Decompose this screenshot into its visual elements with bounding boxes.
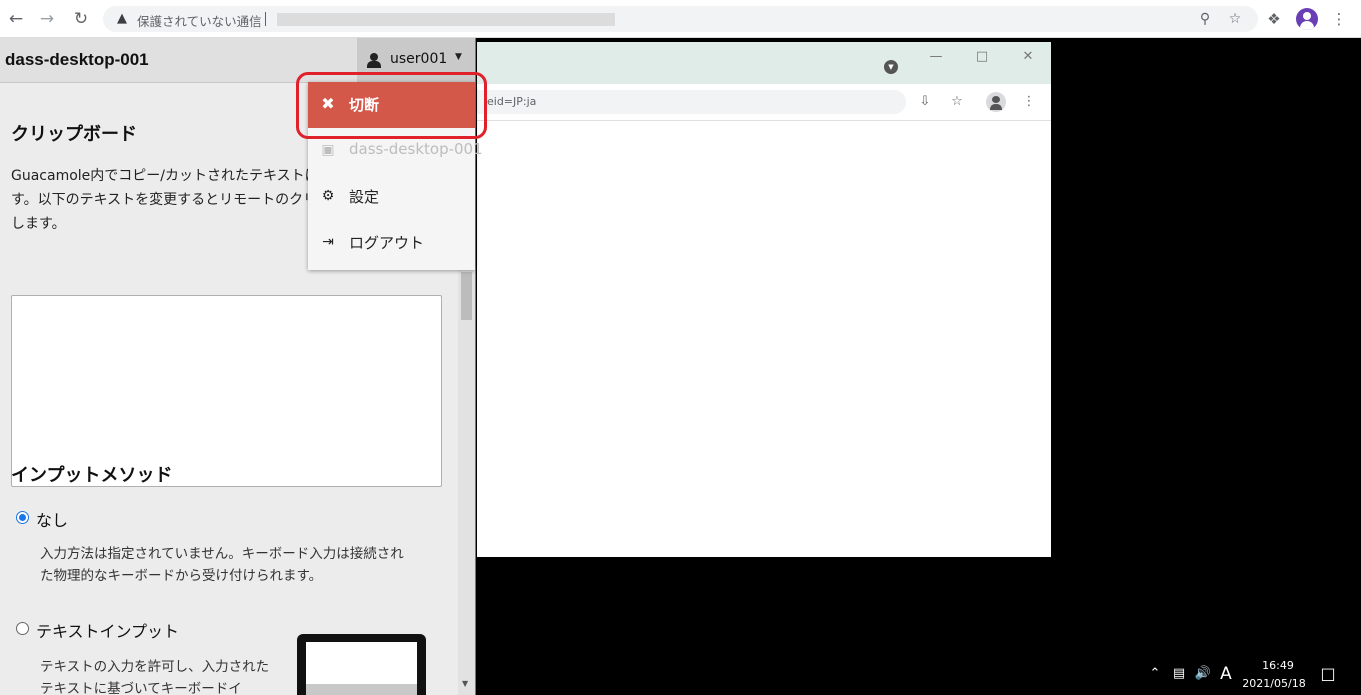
radio-text-input-label[interactable]: テキストインプット [36, 618, 179, 642]
logout-icon: ⇥ [322, 234, 334, 250]
chevron-down-icon: ▼ [455, 52, 462, 62]
address-bar[interactable]: ▲ 保護されていない通信 ⚲ ☆ [103, 6, 1258, 32]
maximize-icon[interactable]: □ [972, 48, 992, 66]
radio-none[interactable] [16, 511, 29, 524]
remote-toolbar: eid=JP:ja ⇩ ☆ ⋮ [477, 84, 1051, 121]
radio-none-description: 入力方法は指定されていません。キーボード入力は接続された物理的なキーボードから受… [40, 546, 404, 584]
star-icon[interactable]: ☆ [1226, 10, 1244, 28]
security-status[interactable]: 保護されていない通信 [137, 11, 262, 30]
browser-toolbar: ← → ↻ ▲ 保護されていない通信 ⚲ ☆ ❖ ⋮ [0, 0, 1361, 38]
remote-more-icon[interactable]: ⋮ [1019, 92, 1039, 112]
clock-time[interactable]: 16:49 [1258, 659, 1298, 672]
volume-icon[interactable]: 🔊 [1194, 665, 1212, 683]
clipboard-textarea[interactable] [11, 295, 442, 487]
remote-titlebar[interactable]: ▼ — □ ✕ [477, 42, 1051, 84]
warning-icon[interactable]: ▲ [113, 10, 131, 28]
bookmark-star-icon[interactable]: ☆ [947, 92, 967, 112]
scroll-down-icon[interactable]: ▼ [462, 679, 468, 688]
close-icon[interactable]: ✕ [1018, 48, 1038, 66]
tab-search-icon[interactable]: ▼ [884, 60, 898, 74]
settings-label: 設定 [349, 188, 380, 206]
monitor-icon: ▣ [321, 142, 335, 158]
connection-title: dass-desktop-001 [5, 50, 149, 69]
url-redacted[interactable] [277, 13, 615, 26]
remote-browser-window[interactable]: ▼ — □ ✕ eid=JP:ja ⇩ ☆ ⋮ [477, 42, 1051, 557]
system-tray: ⌃ ▤ 🔊 A 16:49 2021/05/18 □ [1140, 655, 1361, 695]
highlight-annotation [296, 72, 487, 139]
remote-url[interactable]: eid=JP:ja [487, 95, 536, 108]
keyboard-preview-image [297, 634, 426, 695]
notification-icon[interactable]: □ [1319, 665, 1337, 683]
username: user001 [390, 51, 448, 67]
clipboard-title: クリップボード [11, 124, 137, 145]
user-icon [367, 53, 381, 68]
install-icon[interactable]: ⇩ [915, 92, 935, 112]
more-icon[interactable]: ⋮ [1328, 8, 1350, 30]
ime-indicator[interactable]: A [1217, 665, 1235, 683]
radio-none-label[interactable]: なし [36, 507, 68, 531]
minimize-icon[interactable]: — [926, 48, 946, 66]
back-icon[interactable]: ← [5, 8, 27, 30]
extensions-icon[interactable]: ❖ [1263, 8, 1285, 30]
settings-menu-item[interactable]: ⚙ 設定 [308, 174, 475, 220]
scroll-thumb[interactable] [461, 272, 472, 320]
connection-label: dass-desktop-001 [349, 140, 483, 158]
input-method-title: インプットメソッド [11, 465, 173, 486]
clock-date[interactable]: 2021/05/18 [1239, 677, 1309, 690]
remote-page-content[interactable] [477, 122, 1051, 557]
logout-label: ログアウト [349, 234, 425, 252]
logout-menu-item[interactable]: ⇥ ログアウト [308, 220, 475, 266]
radio-text-input[interactable] [16, 622, 29, 635]
url-separator [265, 12, 266, 26]
remote-address-bar[interactable]: eid=JP:ja [477, 90, 906, 114]
remote-profile-icon[interactable] [986, 92, 1006, 112]
radio-text-input-description: テキストの入力を許可し、入力されたテキストに基づいてキーボードイ [40, 659, 270, 695]
gear-icon: ⚙ [321, 188, 335, 204]
reload-icon[interactable]: ↻ [70, 8, 92, 30]
network-icon[interactable]: ▤ [1170, 665, 1188, 683]
forward-icon[interactable]: → [36, 8, 58, 30]
key-icon[interactable]: ⚲ [1196, 10, 1214, 28]
profile-icon[interactable] [1296, 8, 1318, 30]
chevron-up-icon[interactable]: ⌃ [1146, 665, 1164, 683]
